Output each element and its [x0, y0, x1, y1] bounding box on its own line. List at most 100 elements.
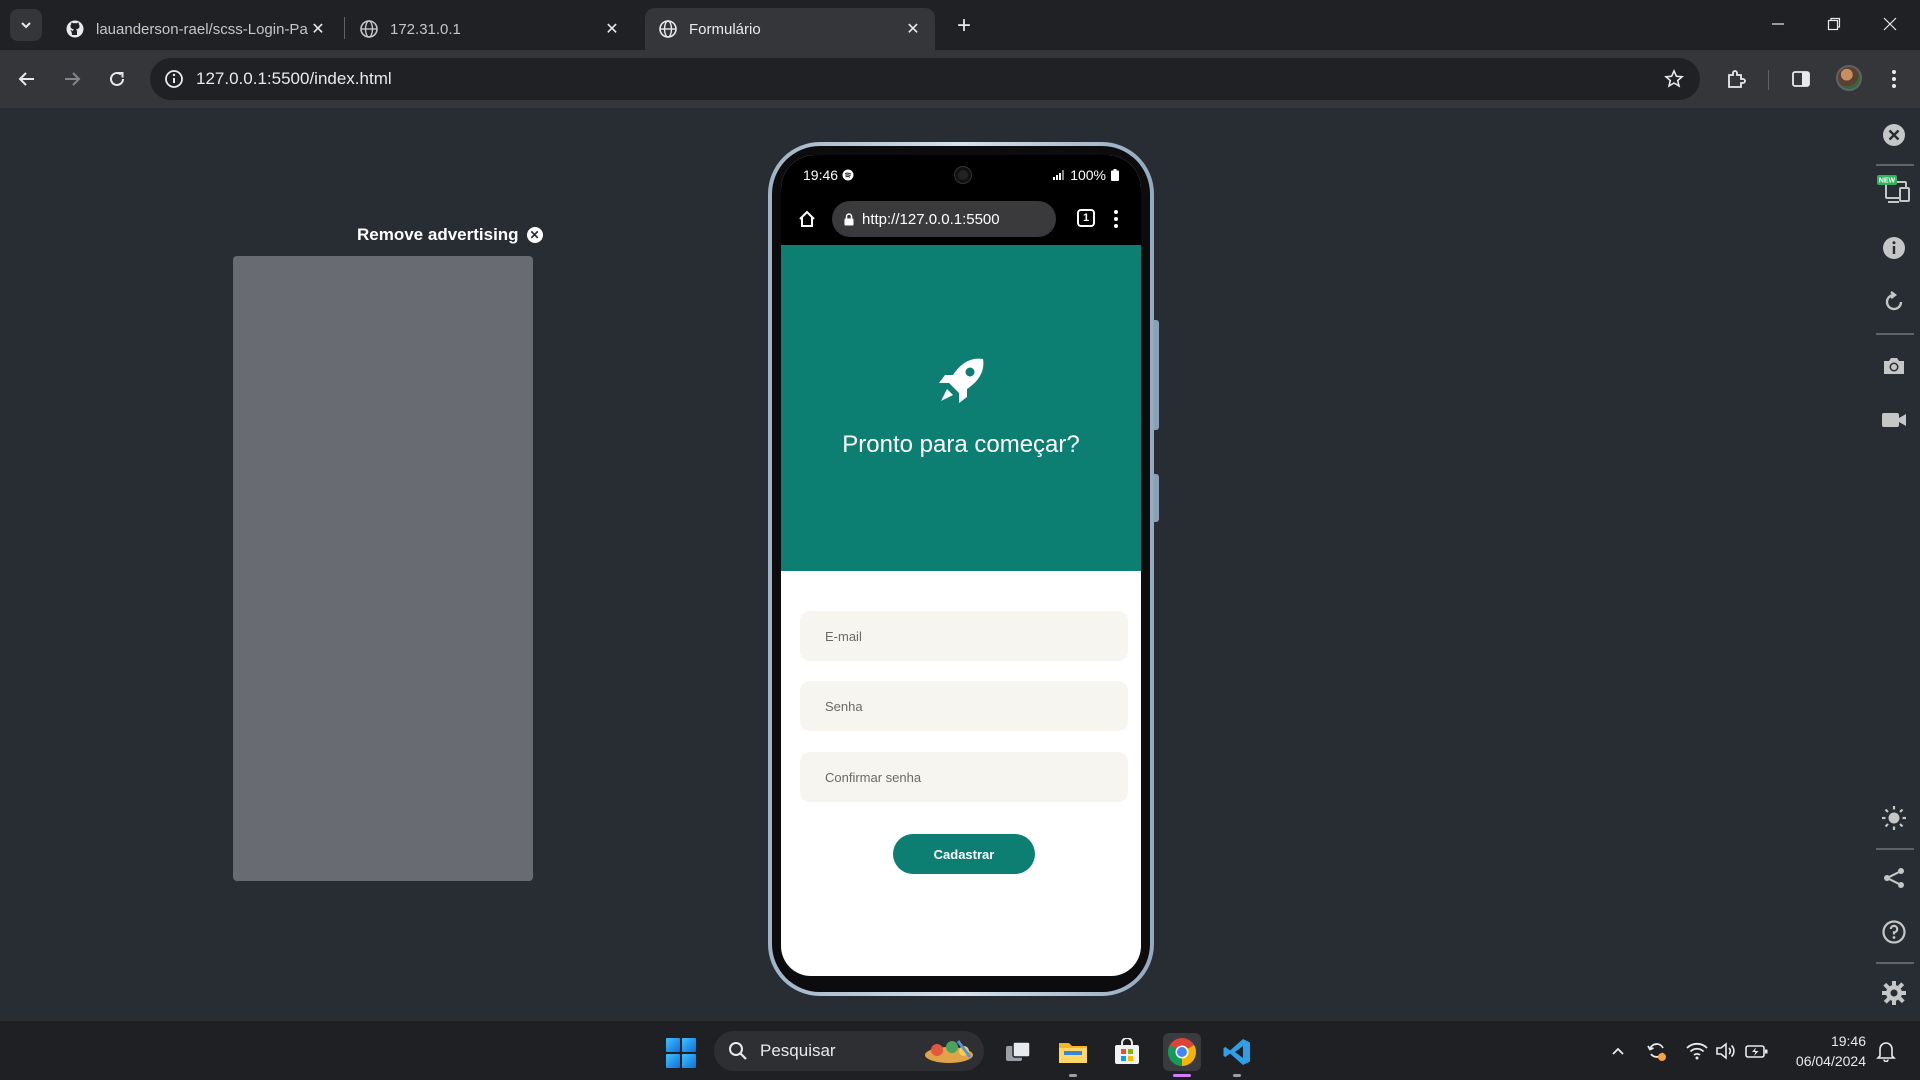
lock-icon	[844, 212, 854, 225]
rail-divider	[1876, 164, 1914, 166]
confirm-password-placeholder: Confirmar senha	[825, 769, 922, 785]
tab-divider	[344, 17, 345, 39]
rotate-icon[interactable]	[1880, 288, 1908, 316]
help-icon[interactable]	[1880, 918, 1908, 946]
tab-ip[interactable]: 172.31.0.1 ✕	[346, 8, 634, 50]
close-icon[interactable]: ✕	[602, 19, 622, 39]
close-circle-icon[interactable]	[1880, 121, 1908, 149]
info-icon[interactable]	[1880, 234, 1908, 262]
extensions-icon[interactable]	[1722, 65, 1750, 93]
chrome-icon[interactable]	[1163, 1033, 1201, 1077]
file-explorer-icon[interactable]	[1054, 1033, 1092, 1077]
side-panel-icon[interactable]	[1787, 65, 1815, 93]
rail-divider	[1876, 333, 1914, 335]
bookmark-star-icon[interactable]	[1662, 67, 1686, 91]
tab-search-button[interactable]	[10, 9, 42, 41]
back-button[interactable]	[10, 62, 44, 96]
restore-icon	[1827, 17, 1841, 31]
remove-advertising-link[interactable]: Remove advertising ✕	[357, 225, 543, 245]
tab-github[interactable]: lauanderson-rael/scss-Login-Pa ✕	[52, 8, 340, 50]
confirm-password-field[interactable]: Confirmar senha	[800, 752, 1128, 802]
remove-advertising-label: Remove advertising	[357, 225, 519, 244]
windows-start-button[interactable]	[666, 1038, 696, 1068]
arrow-right-icon	[65, 72, 81, 86]
taskbar-search-label: Pesquisar	[760, 1041, 836, 1060]
reload-button[interactable]	[100, 62, 134, 96]
restore-button[interactable]	[1806, 0, 1862, 48]
phone-status-bar: 19:46 100%	[781, 155, 1141, 193]
battery-charging-icon[interactable]	[1745, 1039, 1769, 1063]
battery-icon	[1111, 169, 1119, 181]
close-window-button[interactable]	[1862, 0, 1918, 48]
rail-divider	[1876, 848, 1914, 850]
mobile-menu-icon[interactable]	[1109, 207, 1123, 231]
phone-bezel: 19:46 100% http://127.0.0.1:5500 1 Pront…	[772, 146, 1150, 992]
camera-icon[interactable]	[1880, 352, 1908, 380]
email-placeholder: E-mail	[825, 628, 862, 644]
mobile-url-text: http://127.0.0.1:5500	[862, 210, 1000, 228]
vscode-icon[interactable]	[1218, 1033, 1256, 1077]
front-camera	[955, 167, 971, 183]
advertising-placeholder	[233, 256, 533, 881]
tab-formulario[interactable]: Formulário ✕	[645, 8, 935, 50]
forward-button[interactable]	[55, 62, 89, 96]
toolbar-divider	[1768, 70, 1769, 90]
tab-strip: lauanderson-rael/scss-Login-Pa ✕ 172.31.…	[0, 0, 1920, 50]
responsive-devices-icon[interactable]: NEW	[1874, 175, 1914, 204]
minimize-icon	[1772, 23, 1784, 25]
search-highlight-illustration	[925, 1040, 973, 1063]
new-badge: NEW	[1879, 178, 1896, 185]
github-icon	[66, 20, 84, 38]
taskbar-clock[interactable]: 19:46 06/04/2024	[1782, 1031, 1866, 1071]
arrow-left-icon	[18, 72, 34, 86]
rail-divider	[1876, 962, 1914, 964]
microsoft-store-icon[interactable]	[1108, 1033, 1146, 1071]
close-circle-icon: ✕	[526, 227, 543, 243]
running-indicator	[1233, 1074, 1241, 1077]
notification-bell-icon[interactable]	[1874, 1039, 1898, 1063]
address-bar[interactable]: 127.0.0.1:5500/index.html	[150, 58, 1700, 100]
password-field[interactable]: Senha	[800, 681, 1128, 731]
browser-toolbar: 127.0.0.1:5500/index.html	[0, 50, 1920, 108]
clock-time: 19:46	[1830, 1033, 1866, 1049]
tab-count-button[interactable]: 1	[1077, 209, 1095, 227]
chevron-up-icon[interactable]	[1606, 1039, 1630, 1063]
sync-icon[interactable]	[1645, 1039, 1669, 1063]
task-view-icon[interactable]	[999, 1033, 1037, 1071]
running-indicator	[1173, 1074, 1191, 1077]
mobile-address-bar[interactable]: http://127.0.0.1:5500	[832, 201, 1056, 237]
taskbar-search[interactable]: Pesquisar	[714, 1031, 984, 1071]
chevron-down-icon	[21, 22, 31, 29]
globe-icon	[659, 20, 677, 38]
page-viewport: Remove advertising ✕ 19:46 100% http://1…	[0, 108, 1920, 1020]
email-field[interactable]: E-mail	[800, 611, 1128, 661]
status-battery: 100%	[1070, 167, 1106, 183]
share-icon[interactable]	[1880, 864, 1908, 892]
close-icon	[1883, 17, 1897, 31]
profile-avatar[interactable]	[1836, 65, 1862, 91]
tab-title: 172.31.0.1	[390, 20, 461, 38]
phone-volume-button	[1154, 320, 1159, 430]
cadastrar-button[interactable]: Cadastrar	[893, 834, 1035, 874]
running-indicator	[1069, 1074, 1077, 1077]
phone-frame: 19:46 100% http://127.0.0.1:5500 1 Pront…	[768, 142, 1154, 996]
volume-icon[interactable]	[1714, 1039, 1738, 1063]
video-camera-icon[interactable]	[1880, 406, 1908, 434]
new-tab-button[interactable]: +	[950, 12, 978, 40]
home-icon[interactable]	[795, 207, 819, 231]
hero-section: Pronto para começar?	[781, 245, 1141, 571]
gear-icon[interactable]	[1880, 979, 1908, 1007]
brightness-icon[interactable]	[1880, 804, 1908, 832]
rocket-icon	[939, 358, 984, 403]
close-icon[interactable]: ✕	[308, 19, 328, 39]
reload-icon	[110, 71, 124, 86]
site-info-icon[interactable]	[160, 65, 188, 93]
taskbar: Pesquisar 19:46 06/04/2024	[0, 1020, 1920, 1080]
close-icon[interactable]: ✕	[903, 19, 923, 39]
spotify-icon	[842, 169, 854, 181]
minimize-button[interactable]	[1750, 0, 1806, 48]
address-url: 127.0.0.1:5500/index.html	[196, 69, 392, 88]
kebab-menu-icon[interactable]	[1880, 65, 1908, 93]
search-icon	[729, 1042, 747, 1060]
wifi-icon[interactable]	[1685, 1039, 1709, 1063]
